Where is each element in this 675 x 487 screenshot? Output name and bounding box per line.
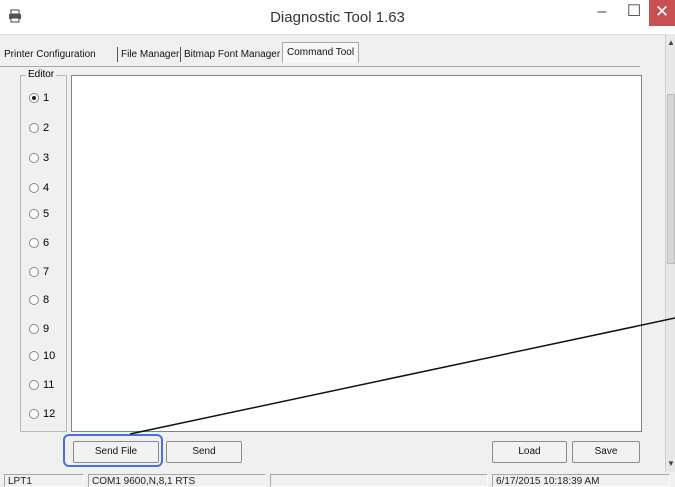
radio-indicator [29,153,39,164]
tab-file-manager[interactable]: File Manager [119,46,181,63]
editor-radio-4[interactable]: 4 [29,180,49,196]
editor-radio-label: 4 [43,182,50,194]
status-com-settings: COM1 9600,N,8,1 RTS [88,474,266,487]
editor-radio-label: 2 [43,122,50,134]
radio-indicator [29,295,39,306]
tab-bar: Printer Configuration File Manager Bitma… [0,42,640,67]
editor-radio-label: 3 [43,152,50,164]
editor-radio-11[interactable]: 11 [29,377,54,393]
send-button[interactable]: Send [166,441,242,463]
close-button[interactable]: ✕ [649,0,675,26]
tab-bitmap-font-manager[interactable]: Bitmap Font Manager [182,46,282,63]
save-button[interactable]: Save [572,441,640,463]
radio-indicator [29,324,39,335]
status-message [270,474,488,487]
radio-indicator [29,238,39,249]
status-port: LPT1 [4,474,84,487]
radio-indicator [29,380,39,391]
tab-separator [117,47,118,62]
editor-radio-1[interactable]: 1 [29,90,49,106]
editor-radio-label: 8 [43,294,50,306]
command-editor-textarea[interactable] [71,75,642,432]
editor-radio-6[interactable]: 6 [29,235,49,251]
window-title: Diagnostic Tool 1.63 [270,9,405,26]
radio-indicator [29,123,39,134]
editor-radio-5[interactable]: 5 [29,206,49,222]
send-file-highlight [63,434,163,467]
radio-indicator [29,351,39,362]
editor-radio-label: 1 [43,92,50,104]
radio-indicator [29,267,39,278]
editor-legend: Editor [26,69,57,80]
tab-command-tool[interactable]: Command Tool [282,42,360,63]
editor-radio-8[interactable]: 8 [29,292,49,308]
scroll-thumb[interactable] [667,94,675,264]
editor-radio-label: 10 [43,350,56,362]
status-bar: LPT1 COM1 9600,N,8,1 RTS 6/17/2015 10:18… [0,473,675,487]
editor-radio-9[interactable]: 9 [29,321,49,337]
window-scrollbar[interactable]: ▲ ▼ [665,34,675,472]
maximize-button[interactable]: ☐ [617,0,651,26]
radio-indicator [29,209,39,220]
editor-radio-label: 5 [43,208,50,220]
editor-radio-label: 7 [43,266,50,278]
tab-printer-configuration[interactable]: Printer Configuration [2,46,98,63]
load-button[interactable]: Load [492,441,567,463]
scroll-up-icon[interactable]: ▲ [667,38,675,47]
radio-indicator [29,183,39,194]
editor-radio-label: 12 [43,408,56,420]
editor-radio-label: 11 [43,379,55,391]
scroll-down-icon[interactable]: ▼ [667,459,675,468]
radio-indicator [29,93,39,104]
editor-radio-label: 6 [43,237,50,249]
editor-radio-label: 9 [43,323,50,335]
editor-radio-12[interactable]: 12 [29,406,55,422]
editor-radio-10[interactable]: 10 [29,348,55,364]
status-datetime: 6/17/2015 10:18:39 AM [492,474,670,487]
title-bar: Diagnostic Tool 1.63 – ☐ ✕ [0,0,675,35]
editor-radio-2[interactable]: 2 [29,120,49,136]
tab-separator [180,47,181,62]
editor-radio-3[interactable]: 3 [29,150,49,166]
editor-radio-7[interactable]: 7 [29,264,49,280]
minimize-button[interactable]: – [585,0,619,26]
radio-indicator [29,409,39,420]
